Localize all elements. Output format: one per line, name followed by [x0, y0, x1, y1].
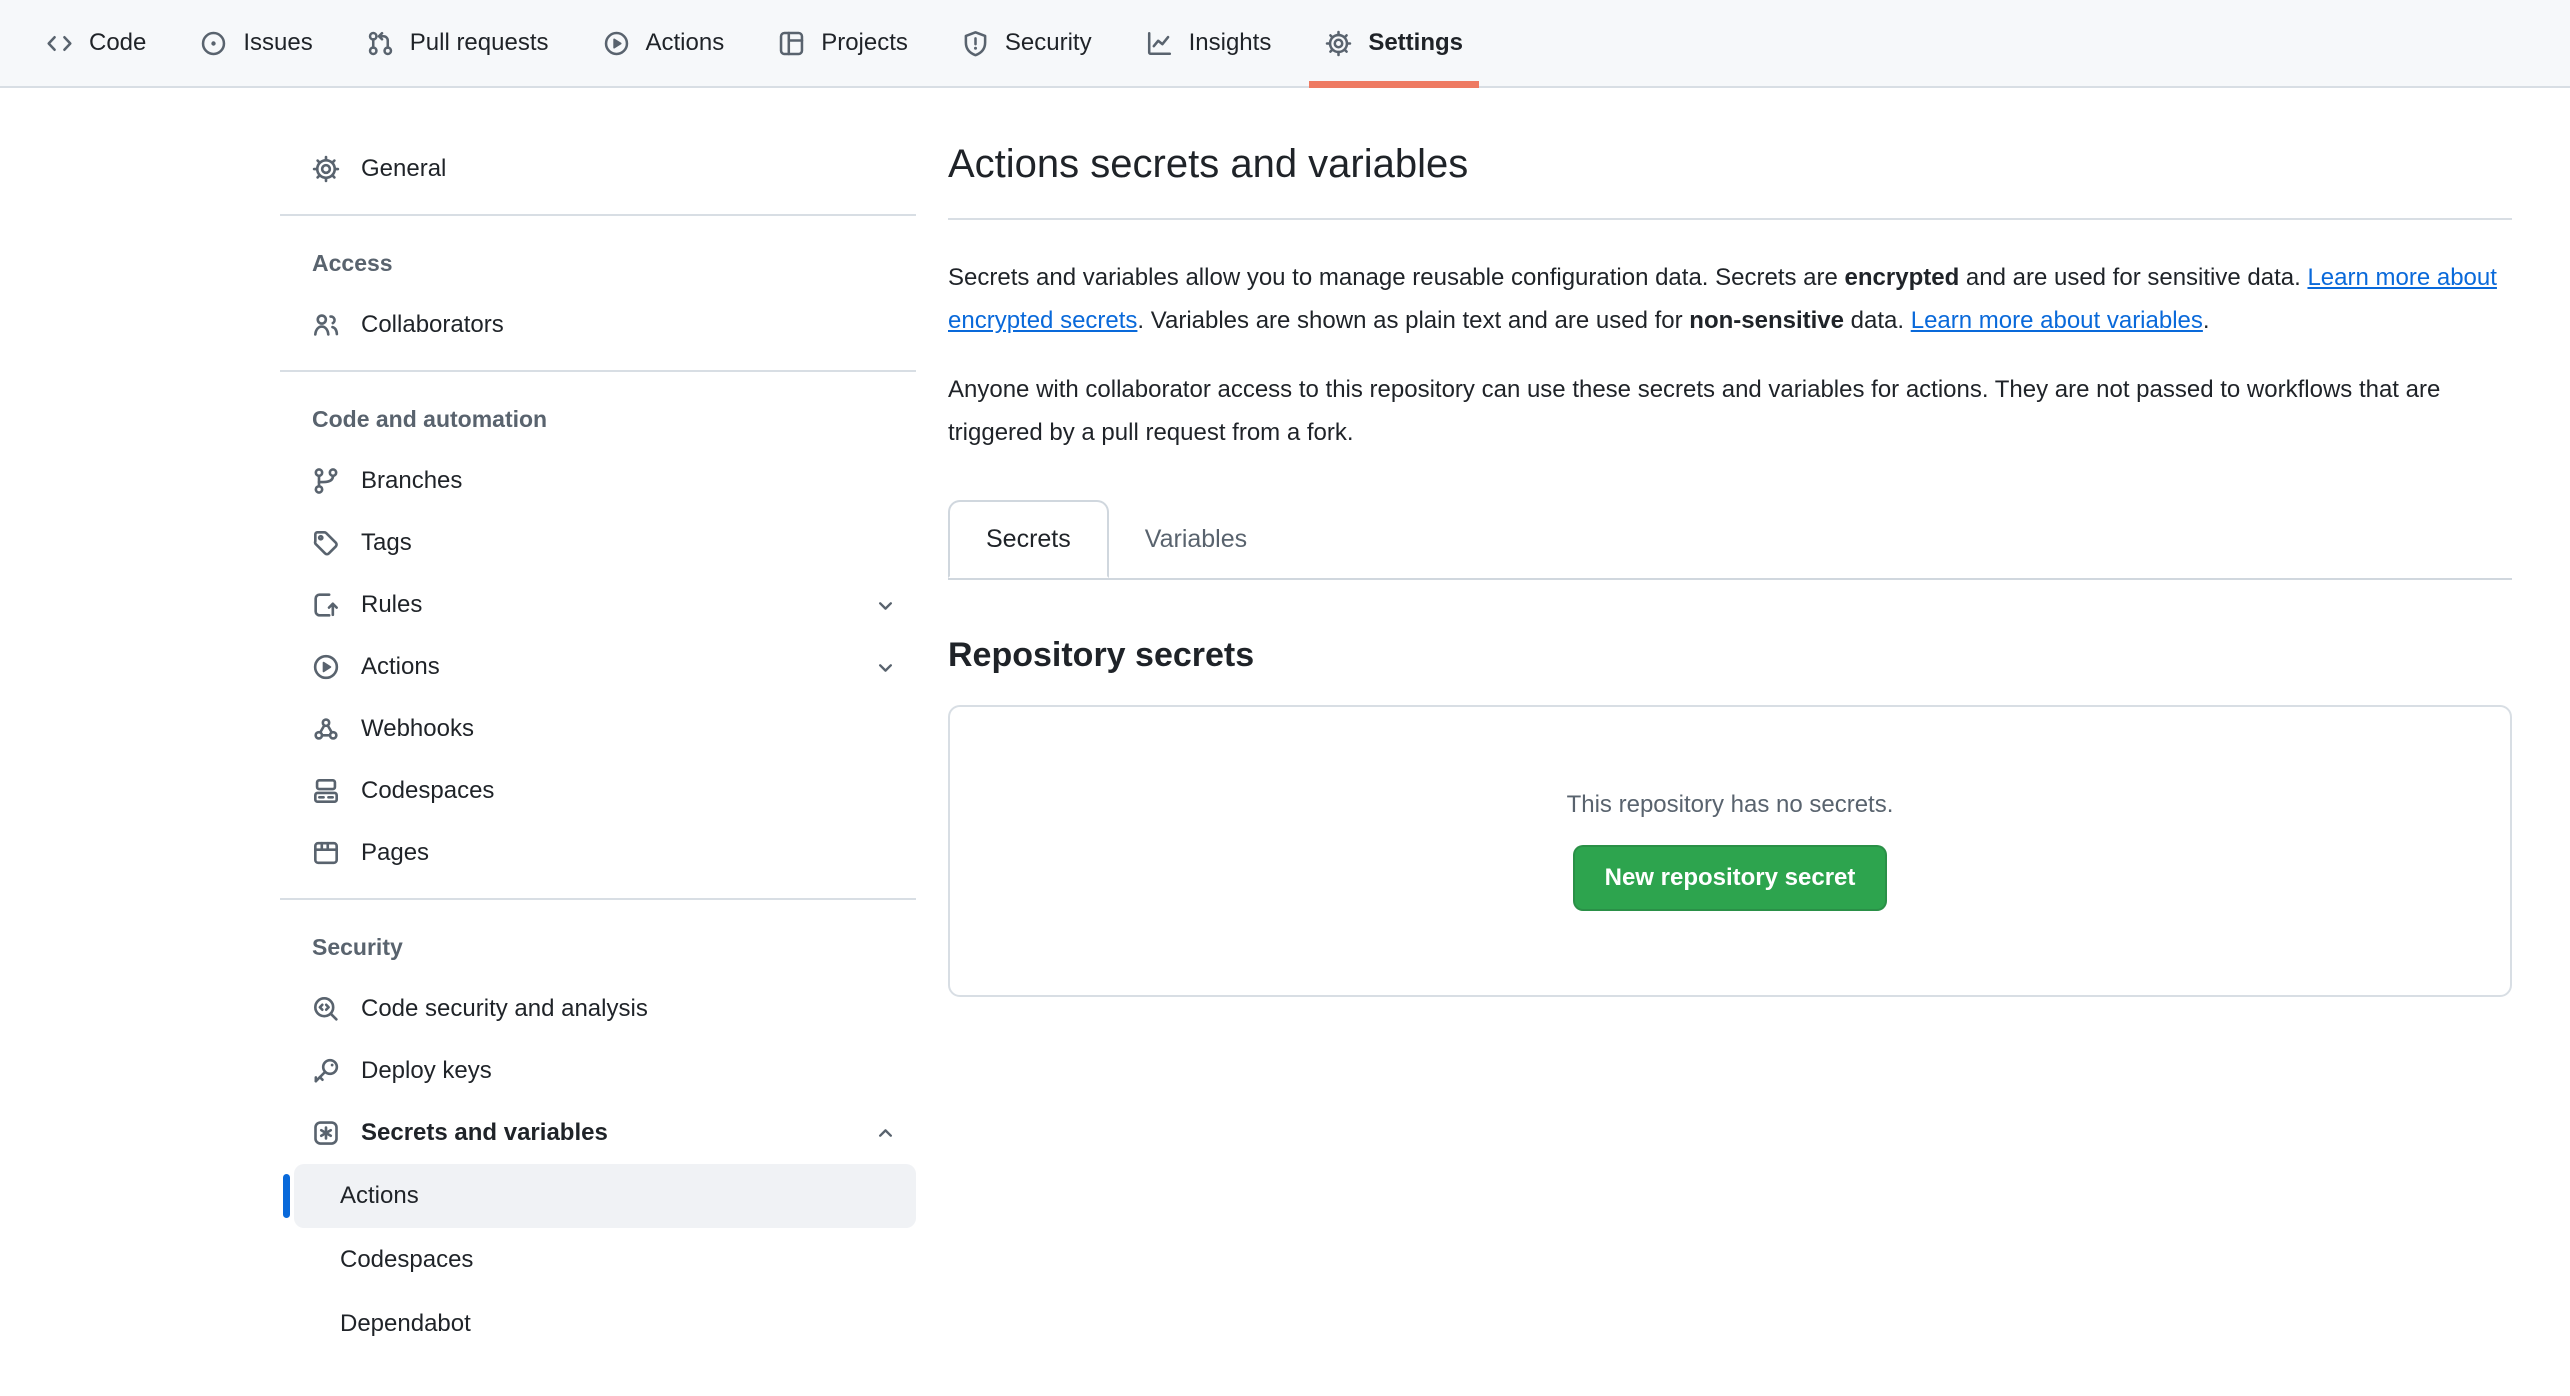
sidebar-item-tags[interactable]: Tags: [280, 512, 916, 574]
sidebar-item-label: Branches: [361, 467, 462, 495]
sidebar-subitem-dependabot[interactable]: Dependabot: [294, 1292, 916, 1356]
nav-tab-actions[interactable]: Actions: [589, 0, 739, 86]
nav-tab-pull-requests[interactable]: Pull requests: [353, 0, 563, 86]
chevron-down-icon: [873, 593, 898, 618]
secret-icon: [312, 1119, 340, 1147]
sidebar-item-label: Tags: [361, 529, 412, 557]
nav-tab-label: Settings: [1368, 29, 1463, 57]
rules-icon: [312, 591, 340, 619]
repository-secrets-heading: Repository secrets: [948, 636, 2512, 675]
nav-tab-label: Issues: [243, 29, 312, 57]
intro-text: Secrets and variables allow you to manag…: [948, 264, 1845, 291]
sidebar-section-code-and-automation: Code and automation: [280, 388, 916, 450]
nav-tab-label: Insights: [1189, 29, 1272, 57]
sidebar-item-label: Actions: [361, 653, 440, 681]
intro-paragraph: Secrets and variables allow you to manag…: [948, 256, 2512, 342]
secrets-variables-tabs: Secrets Variables: [948, 500, 2512, 580]
webhook-icon: [312, 715, 340, 743]
code-scan-icon: [312, 995, 340, 1023]
chevron-up-icon: [873, 1121, 898, 1146]
browser-icon: [312, 839, 340, 867]
nav-tab-projects[interactable]: Projects: [764, 0, 922, 86]
repo-nav: Code Issues Pull requests Actions Projec…: [0, 0, 2570, 88]
sidebar-divider: [280, 898, 916, 900]
nav-tab-insights[interactable]: Insights: [1132, 0, 1286, 86]
sidebar-subitem-codespaces[interactable]: Codespaces: [294, 1228, 916, 1292]
sidebar-item-collaborators[interactable]: Collaborators: [280, 294, 916, 356]
sidebar-divider: [280, 214, 916, 216]
table-icon: [778, 30, 805, 57]
sidebar-subitem-label: Actions: [340, 1182, 419, 1210]
sidebar-item-label: Pages: [361, 839, 429, 867]
sidebar-item-secrets-and-variables[interactable]: Secrets and variables: [280, 1102, 916, 1164]
intro-bold-encrypted: encrypted: [1845, 264, 1960, 291]
people-icon: [312, 311, 340, 339]
nav-tab-settings[interactable]: Settings: [1311, 0, 1477, 86]
sidebar-item-code-security[interactable]: Code security and analysis: [280, 978, 916, 1040]
sidebar-item-label: Deploy keys: [361, 1057, 492, 1085]
intro-bold-non-sensitive: non-sensitive: [1689, 307, 1844, 334]
fork-note-paragraph: Anyone with collaborator access to this …: [948, 368, 2512, 454]
nav-tab-issues[interactable]: Issues: [186, 0, 326, 86]
intro-text: and are used for sensitive data.: [1959, 264, 2307, 291]
sidebar-item-pages[interactable]: Pages: [280, 822, 916, 884]
sidebar-item-general[interactable]: General: [280, 138, 916, 200]
sidebar-item-label: Webhooks: [361, 715, 474, 743]
codespaces-icon: [312, 777, 340, 805]
gear-icon: [312, 155, 340, 183]
settings-sidebar: General Access Collaborators Code and au…: [280, 88, 916, 1356]
gear-icon: [1325, 30, 1352, 57]
play-icon: [312, 653, 340, 681]
page-title: Actions secrets and variables: [948, 138, 2512, 190]
sidebar-divider: [280, 370, 916, 372]
sidebar-item-label: Collaborators: [361, 311, 504, 339]
key-icon: [312, 1057, 340, 1085]
tag-icon: [312, 529, 340, 557]
chevron-down-icon: [873, 655, 898, 680]
sidebar-subitem-label: Codespaces: [340, 1246, 473, 1274]
sidebar-item-label: Rules: [361, 591, 422, 619]
git-pull-request-icon: [367, 30, 394, 57]
sidebar-item-label: Secrets and variables: [361, 1119, 608, 1147]
sidebar-item-label: General: [361, 155, 446, 183]
nav-tab-label: Code: [89, 29, 146, 57]
sidebar-section-access: Access: [280, 232, 916, 294]
sidebar-subitem-label: Dependabot: [340, 1310, 471, 1338]
sidebar-item-codespaces[interactable]: Codespaces: [280, 760, 916, 822]
sidebar-section-security: Security: [280, 916, 916, 978]
intro-text: data.: [1844, 307, 1911, 334]
sidebar-item-label: Codespaces: [361, 777, 494, 805]
nav-tab-label: Actions: [646, 29, 725, 57]
graph-icon: [1146, 30, 1173, 57]
sidebar-item-actions[interactable]: Actions: [280, 636, 916, 698]
title-divider: [948, 218, 2512, 220]
play-icon: [603, 30, 630, 57]
intro-text: . Variables are shown as plain text and …: [1137, 307, 1689, 334]
repository-secrets-empty-box: This repository has no secrets. New repo…: [948, 705, 2512, 997]
code-icon: [46, 30, 73, 57]
nav-tab-label: Projects: [821, 29, 908, 57]
nav-tab-security[interactable]: Security: [948, 0, 1106, 86]
tab-secrets[interactable]: Secrets: [948, 500, 1109, 578]
tab-variables[interactable]: Variables: [1109, 500, 1283, 578]
nav-tab-label: Pull requests: [410, 29, 549, 57]
sidebar-item-branches[interactable]: Branches: [280, 450, 916, 512]
sidebar-item-webhooks[interactable]: Webhooks: [280, 698, 916, 760]
sidebar-item-rules[interactable]: Rules: [280, 574, 916, 636]
main-content: Actions secrets and variables Secrets an…: [948, 88, 2512, 997]
empty-state-message: This repository has no secrets.: [1567, 791, 1894, 819]
sidebar-subitem-actions[interactable]: Actions: [294, 1164, 916, 1228]
link-variables[interactable]: Learn more about variables: [1911, 307, 2203, 334]
git-branch-icon: [312, 467, 340, 495]
issue-opened-icon: [200, 30, 227, 57]
sidebar-item-deploy-keys[interactable]: Deploy keys: [280, 1040, 916, 1102]
nav-tab-code[interactable]: Code: [32, 0, 160, 86]
shield-icon: [962, 30, 989, 57]
intro-text: .: [2203, 307, 2210, 334]
sidebar-item-label: Code security and analysis: [361, 995, 648, 1023]
new-repository-secret-button[interactable]: New repository secret: [1573, 845, 1888, 911]
nav-tab-label: Security: [1005, 29, 1092, 57]
